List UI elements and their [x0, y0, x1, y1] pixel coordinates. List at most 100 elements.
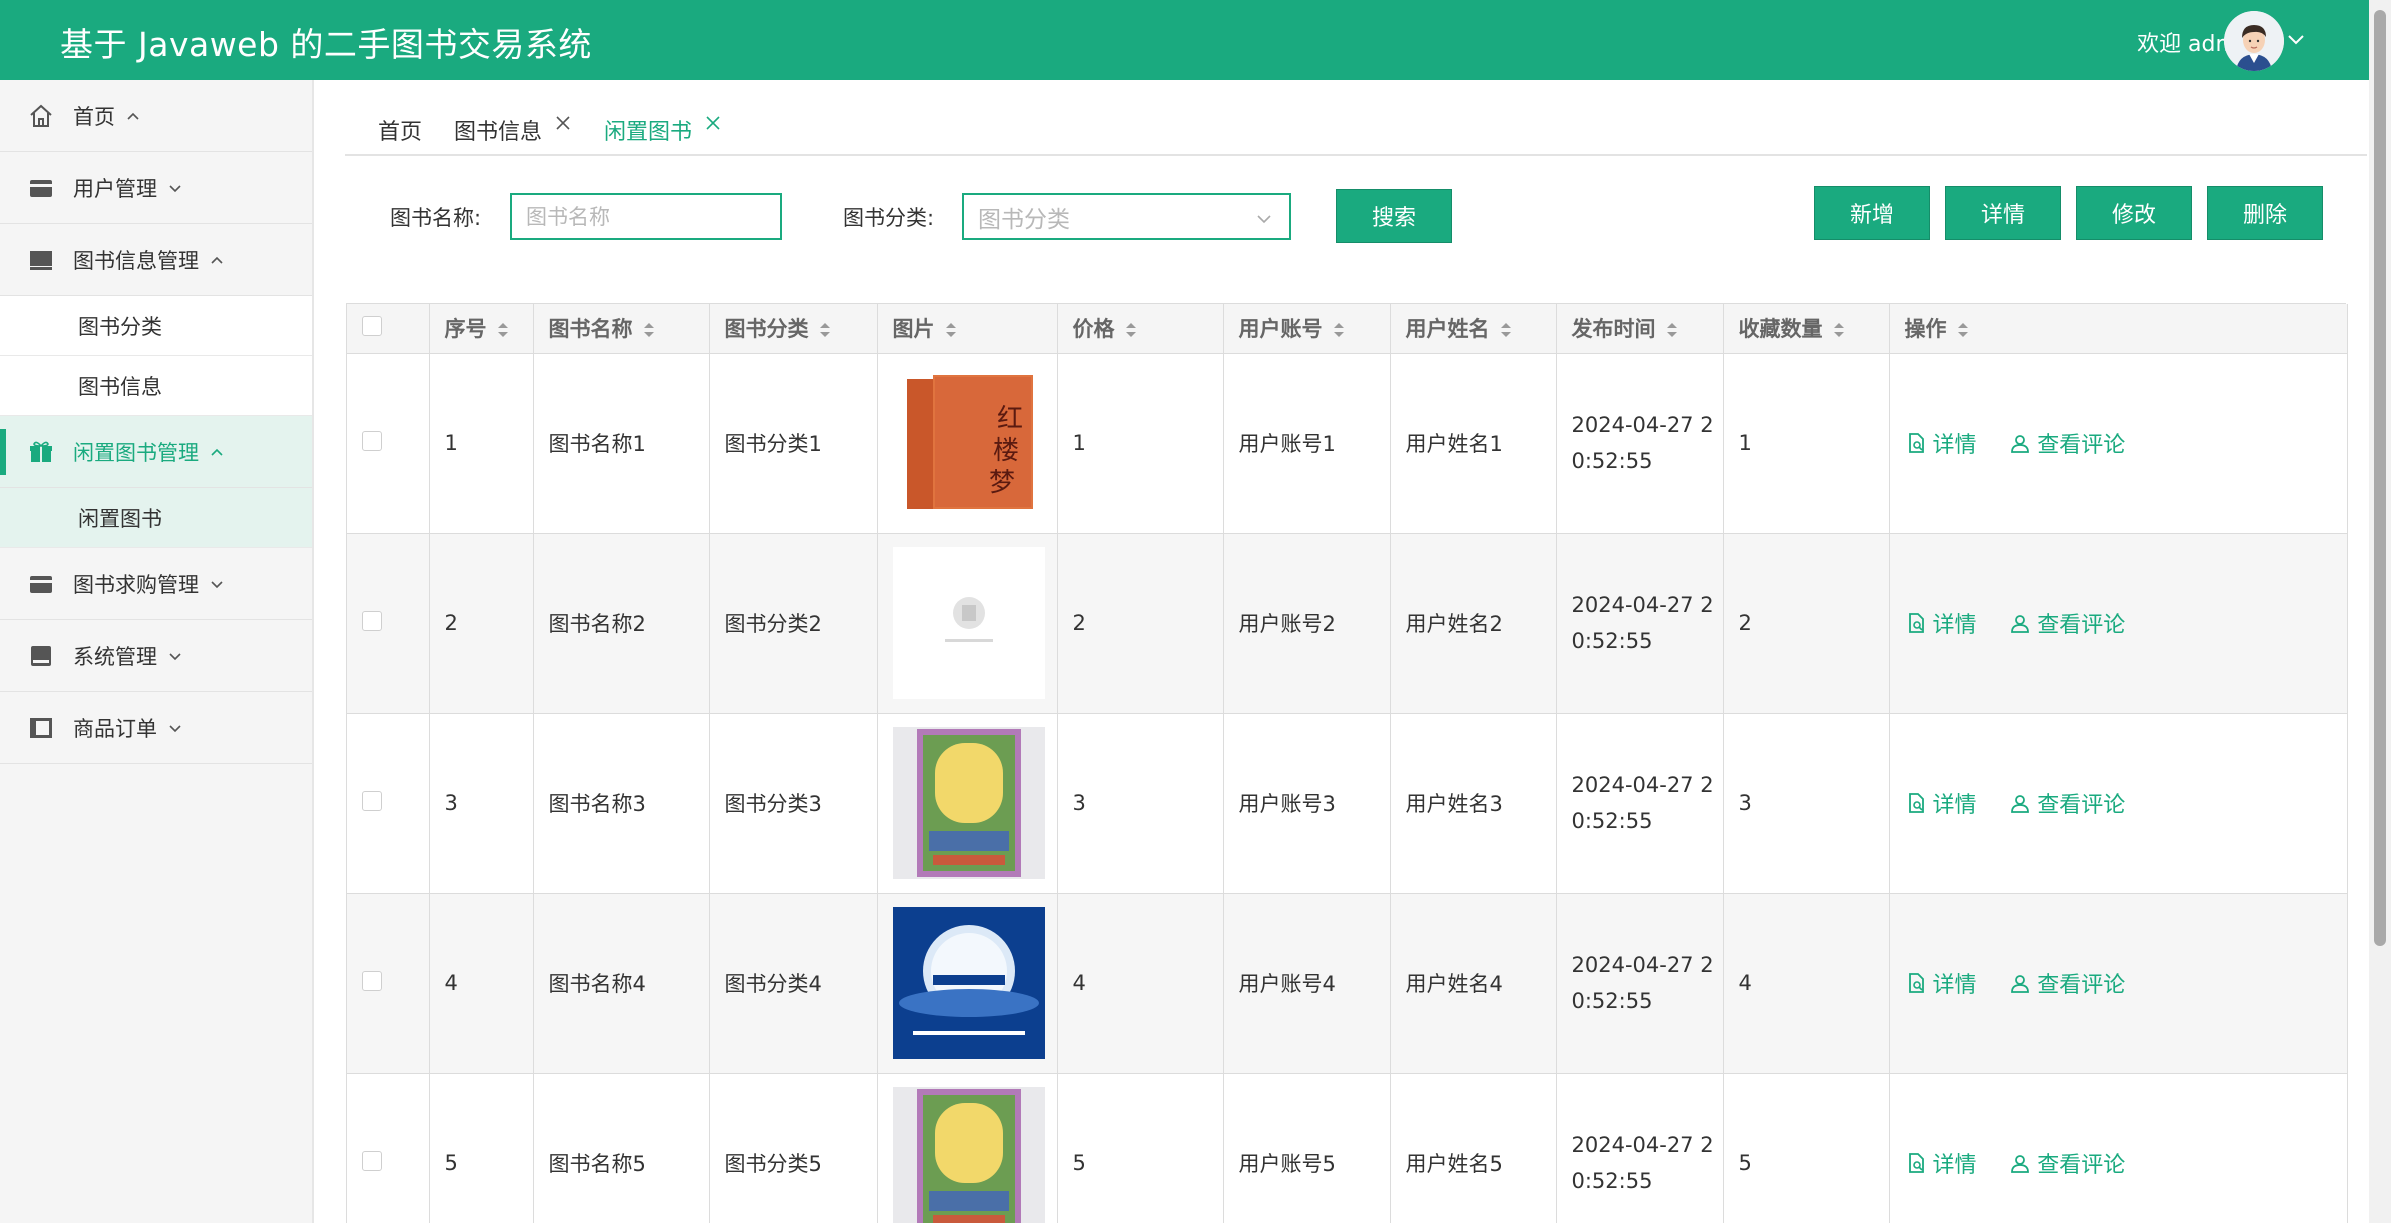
table-row[interactable]: 5 图书名称5 图书分类5 5 用户账号5 用户姓名5 2024-04-27 2…	[347, 1073, 2348, 1223]
cell-time: 2024-04-27 2 0:52:55	[1556, 353, 1724, 534]
top-header: 基于 Javaweb 的二手图书交易系统 欢迎 admin	[0, 0, 2391, 80]
table-row[interactable]: 4 图书名称4 图书分类4 4 用户账号4 用户姓名4 2024-04-27 2…	[347, 893, 2348, 1074]
row-checkbox[interactable]	[362, 1150, 382, 1171]
sidebar-item-label: 闲置图书管理	[73, 440, 199, 465]
tab-home[interactable]: 首页	[378, 114, 422, 146]
chevron-down-icon	[1255, 208, 1273, 226]
sidebar-item-idle-books-mgmt[interactable]: 闲置图书管理	[0, 416, 312, 488]
cell-no: 2	[429, 533, 534, 714]
row-detail-link[interactable]: 详情	[1905, 787, 1977, 819]
row-comments-link[interactable]: 查看评论	[2009, 1147, 2125, 1179]
document-icon	[1908, 793, 1924, 813]
book-category-placeholder: 图书分类	[978, 206, 1070, 233]
delete-button[interactable]: 删除	[2207, 186, 2323, 240]
row-detail-link[interactable]: 详情	[1905, 607, 1977, 639]
chevron-down-icon[interactable]	[2285, 28, 2307, 50]
close-icon[interactable]	[704, 114, 722, 132]
chevron-down-icon	[167, 648, 183, 664]
cell-actions: 详情 查看评论	[1889, 353, 2348, 534]
cell-name: 图书名称1	[533, 353, 710, 534]
book-cover-image[interactable]	[892, 1087, 1045, 1223]
col-header-image[interactable]: 图片	[877, 304, 1058, 354]
sort-icon	[819, 323, 830, 338]
sort-icon	[1333, 323, 1344, 338]
scrollbar-thumb[interactable]	[2374, 10, 2386, 946]
sort-icon	[1125, 323, 1136, 338]
add-button[interactable]: 新增	[1814, 186, 1930, 240]
monitor-icon	[27, 246, 55, 274]
cell-image	[877, 893, 1058, 1074]
wallet-icon	[27, 174, 55, 202]
book-category-select[interactable]: 图书分类	[962, 193, 1291, 240]
sidebar-item-label: 系统管理	[73, 644, 157, 669]
gift-icon	[27, 438, 55, 466]
row-comments-link[interactable]: 查看评论	[2009, 607, 2125, 639]
select-all-checkbox[interactable]	[362, 315, 382, 336]
sidebar-item-system-mgmt[interactable]: 系统管理	[0, 620, 312, 692]
table-row[interactable]: 3 图书名称3 图书分类3 3 用户账号3 用户姓名3 2024-04-27 2…	[347, 713, 2348, 894]
col-header-username[interactable]: 用户姓名	[1390, 304, 1557, 354]
cell-price: 2	[1057, 533, 1224, 714]
row-comments-link[interactable]: 查看评论	[2009, 427, 2125, 459]
col-header-actions[interactable]: 操作	[1889, 304, 2348, 354]
row-checkbox[interactable]	[362, 790, 382, 811]
sidebar-item-users[interactable]: 用户管理	[0, 152, 312, 224]
row-detail-link[interactable]: 详情	[1905, 427, 1977, 459]
col-header-time[interactable]: 发布时间	[1556, 304, 1724, 354]
idle-books-table: 序号 图书名称 图书分类 图片 价格 用户账号 用户姓名 发布时间 收藏数量 操…	[346, 303, 2348, 1223]
avatar[interactable]	[2224, 11, 2284, 71]
user-comment-icon	[2011, 615, 2030, 633]
cell-actions: 详情 查看评论	[1889, 893, 2348, 1074]
cell-account: 用户账号4	[1223, 893, 1391, 1074]
cell-price: 3	[1057, 713, 1224, 894]
book-cover-image[interactable]	[892, 907, 1045, 1059]
sidebar-item-book-category[interactable]: 图书分类	[0, 296, 312, 356]
close-icon[interactable]	[554, 114, 572, 132]
cell-image	[877, 1073, 1058, 1223]
row-detail-link[interactable]: 详情	[1905, 1147, 1977, 1179]
tab-idle-books[interactable]: 闲置图书	[604, 114, 722, 146]
row-comments-link[interactable]: 查看评论	[2009, 787, 2125, 819]
row-detail-link[interactable]: 详情	[1905, 967, 1977, 999]
sort-icon	[643, 323, 654, 338]
app-title: 基于 Javaweb 的二手图书交易系统	[60, 25, 592, 64]
tab-book-info[interactable]: 图书信息	[454, 114, 572, 146]
col-header-account[interactable]: 用户账号	[1223, 304, 1391, 354]
row-checkbox[interactable]	[362, 970, 382, 991]
book-name-input[interactable]	[510, 193, 782, 240]
col-header-favorites[interactable]: 收藏数量	[1723, 304, 1890, 354]
col-header-name[interactable]: 图书名称	[533, 304, 710, 354]
row-checkbox[interactable]	[362, 610, 382, 631]
cell-no: 5	[429, 1073, 534, 1223]
cell-image: 红 楼 梦	[877, 353, 1058, 534]
sidebar-item-book-purchase-mgmt[interactable]: 图书求购管理	[0, 548, 312, 620]
sidebar-item-orders[interactable]: 商品订单	[0, 692, 312, 764]
search-button[interactable]: 搜索	[1336, 189, 1452, 243]
detail-button[interactable]: 详情	[1945, 186, 2061, 240]
tab-label: 首页	[378, 120, 423, 145]
table-row[interactable]: 2 图书名称2 图书分类2 2 用户账号2 用户姓名2 2024-04-27 2…	[347, 533, 2348, 714]
sidebar-item-home[interactable]: 首页	[0, 80, 312, 152]
table-row[interactable]: 1 图书名称1 图书分类1 红 楼 梦 1 用户账号1 用户姓名1 2024-0…	[347, 353, 2348, 534]
book-cover-image[interactable]: 红 楼 梦	[892, 367, 1045, 519]
chevron-down-icon	[167, 720, 183, 736]
col-header-price[interactable]: 价格	[1057, 304, 1224, 354]
edit-button[interactable]: 修改	[2076, 186, 2192, 240]
user-comment-icon	[2011, 975, 2030, 993]
svg-text:红: 红	[997, 404, 1023, 434]
cell-time: 2024-04-27 2 0:52:55	[1556, 893, 1724, 1074]
sidebar-item-book-info-mgmt[interactable]: 图书信息管理	[0, 224, 312, 296]
book-cover-image[interactable]	[892, 547, 1045, 699]
page-scrollbar[interactable]	[2369, 0, 2391, 1223]
col-header-no[interactable]: 序号	[429, 304, 534, 354]
book-cover-image[interactable]	[892, 727, 1045, 879]
row-checkbox[interactable]	[362, 430, 382, 451]
chevron-up-icon	[209, 252, 225, 268]
sort-icon	[497, 323, 508, 338]
sidebar-item-idle-books[interactable]: 闲置图书	[0, 488, 312, 548]
sidebar-item-label: 首页	[73, 104, 115, 129]
sidebar-item-book-info[interactable]: 图书信息	[0, 356, 312, 416]
cell-favorites: 3	[1723, 713, 1890, 894]
row-comments-link[interactable]: 查看评论	[2009, 967, 2125, 999]
col-header-category[interactable]: 图书分类	[709, 304, 878, 354]
